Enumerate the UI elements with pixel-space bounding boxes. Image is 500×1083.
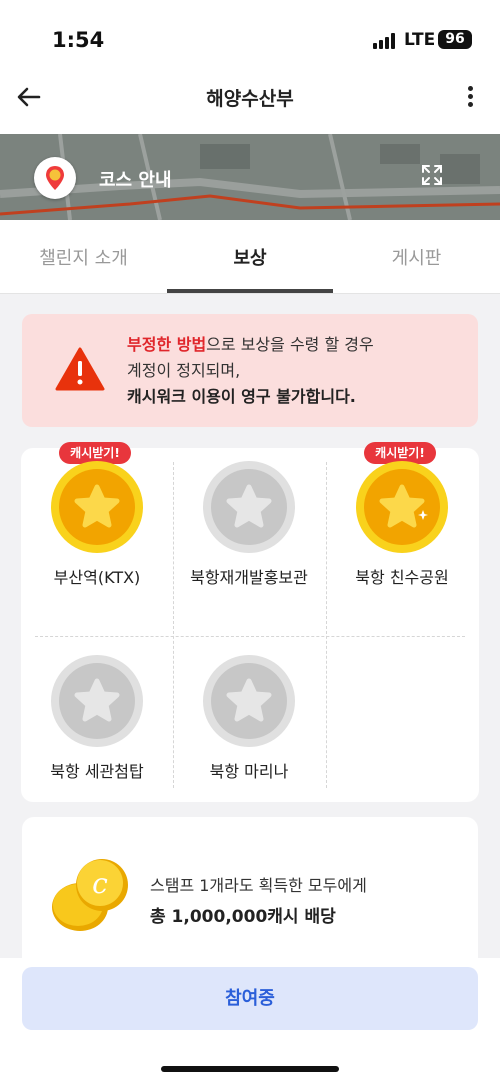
more-button[interactable] <box>458 82 482 112</box>
tab-reward[interactable]: 보상 <box>167 220 333 294</box>
stamp-name: 북항 세관첨탑 <box>50 762 144 781</box>
course-map-banner[interactable]: 코스 안내 <box>0 134 500 220</box>
svg-text:c: c <box>92 867 108 900</box>
bottom-action-bar: 참여중 <box>0 958 500 1083</box>
stamp-name: 북항 친수공원 <box>355 568 449 587</box>
stamp-item[interactable]: 캐시받기! 북항 친수공원 <box>326 442 478 618</box>
stamp-name: 부산역(KTX) <box>53 568 141 587</box>
reward-card: c 스탬프 1개라도 획득한 모두에게 총 1,000,000캐시 배당 <box>22 817 478 977</box>
gold-coins-icon: c <box>52 859 128 931</box>
silver-star-coin-icon <box>203 655 295 747</box>
warning-line3: 캐시워크 이용이 영구 불가합니다. <box>127 387 356 406</box>
expand-map-button[interactable] <box>420 163 444 187</box>
stamp-item[interactable]: 캐시받기! 부산역(KTX) <box>21 442 173 618</box>
warning-highlight: 부정한 방법 <box>127 335 207 354</box>
signal-icon <box>373 33 399 49</box>
warning-line2: 계정이 정지되며, <box>127 361 241 380</box>
status-bar: 1:54 LTE 96 <box>0 0 500 78</box>
stamp-name: 북항재개발홍보관 <box>190 568 308 587</box>
tab-challenge-intro[interactable]: 챌린지 소개 <box>0 220 167 294</box>
tab-board[interactable]: 게시판 <box>333 220 500 294</box>
location-pin-icon <box>34 157 76 199</box>
home-indicator <box>161 1066 339 1072</box>
reward-total: 총 1,000,000캐시 배당 <box>150 907 336 927</box>
warning-triangle-icon <box>55 347 105 391</box>
course-guide-label: 코스 안내 <box>99 170 172 191</box>
stamp-item[interactable]: 북항 세관첨탑 <box>21 636 173 812</box>
warning-line1: 으로 보상을 수령 할 경우 <box>206 335 374 354</box>
silver-star-coin-icon <box>51 655 143 747</box>
battery-icon: 96 <box>438 30 472 49</box>
stamp-item[interactable]: 북항재개발홍보관 <box>173 442 325 618</box>
stamp-item[interactable]: 북항 마리나 <box>173 636 325 812</box>
tab-bar: 챌린지 소개 보상 게시판 <box>0 220 500 294</box>
gold-star-coin-icon <box>51 461 143 553</box>
expand-icon <box>422 165 442 185</box>
app-header: 해양수산부 <box>0 70 500 134</box>
status-time: 1:54 <box>52 28 105 52</box>
gold-star-coin-icon <box>356 461 448 553</box>
joined-button[interactable]: 참여중 <box>22 967 478 1030</box>
silver-star-coin-icon <box>203 461 295 553</box>
network-label: LTE <box>404 30 436 50</box>
active-tab-indicator <box>167 289 333 293</box>
warning-text: 부정한 방법으로 보상을 수령 할 경우 계정이 정지되며, 캐시워크 이용이 … <box>127 332 374 410</box>
reward-description: 스탬프 1개라도 획득한 모두에게 <box>150 876 367 895</box>
page-title: 해양수산부 <box>206 88 294 110</box>
stamp-grid: 캐시받기! 부산역(KTX) 북항재개발홍보관 캐시받기! 북항 친수공원 북항… <box>21 442 479 802</box>
stamp-name: 북항 마리나 <box>209 762 289 781</box>
warning-notice: 부정한 방법으로 보상을 수령 할 경우 계정이 정지되며, 캐시워크 이용이 … <box>22 314 478 427</box>
